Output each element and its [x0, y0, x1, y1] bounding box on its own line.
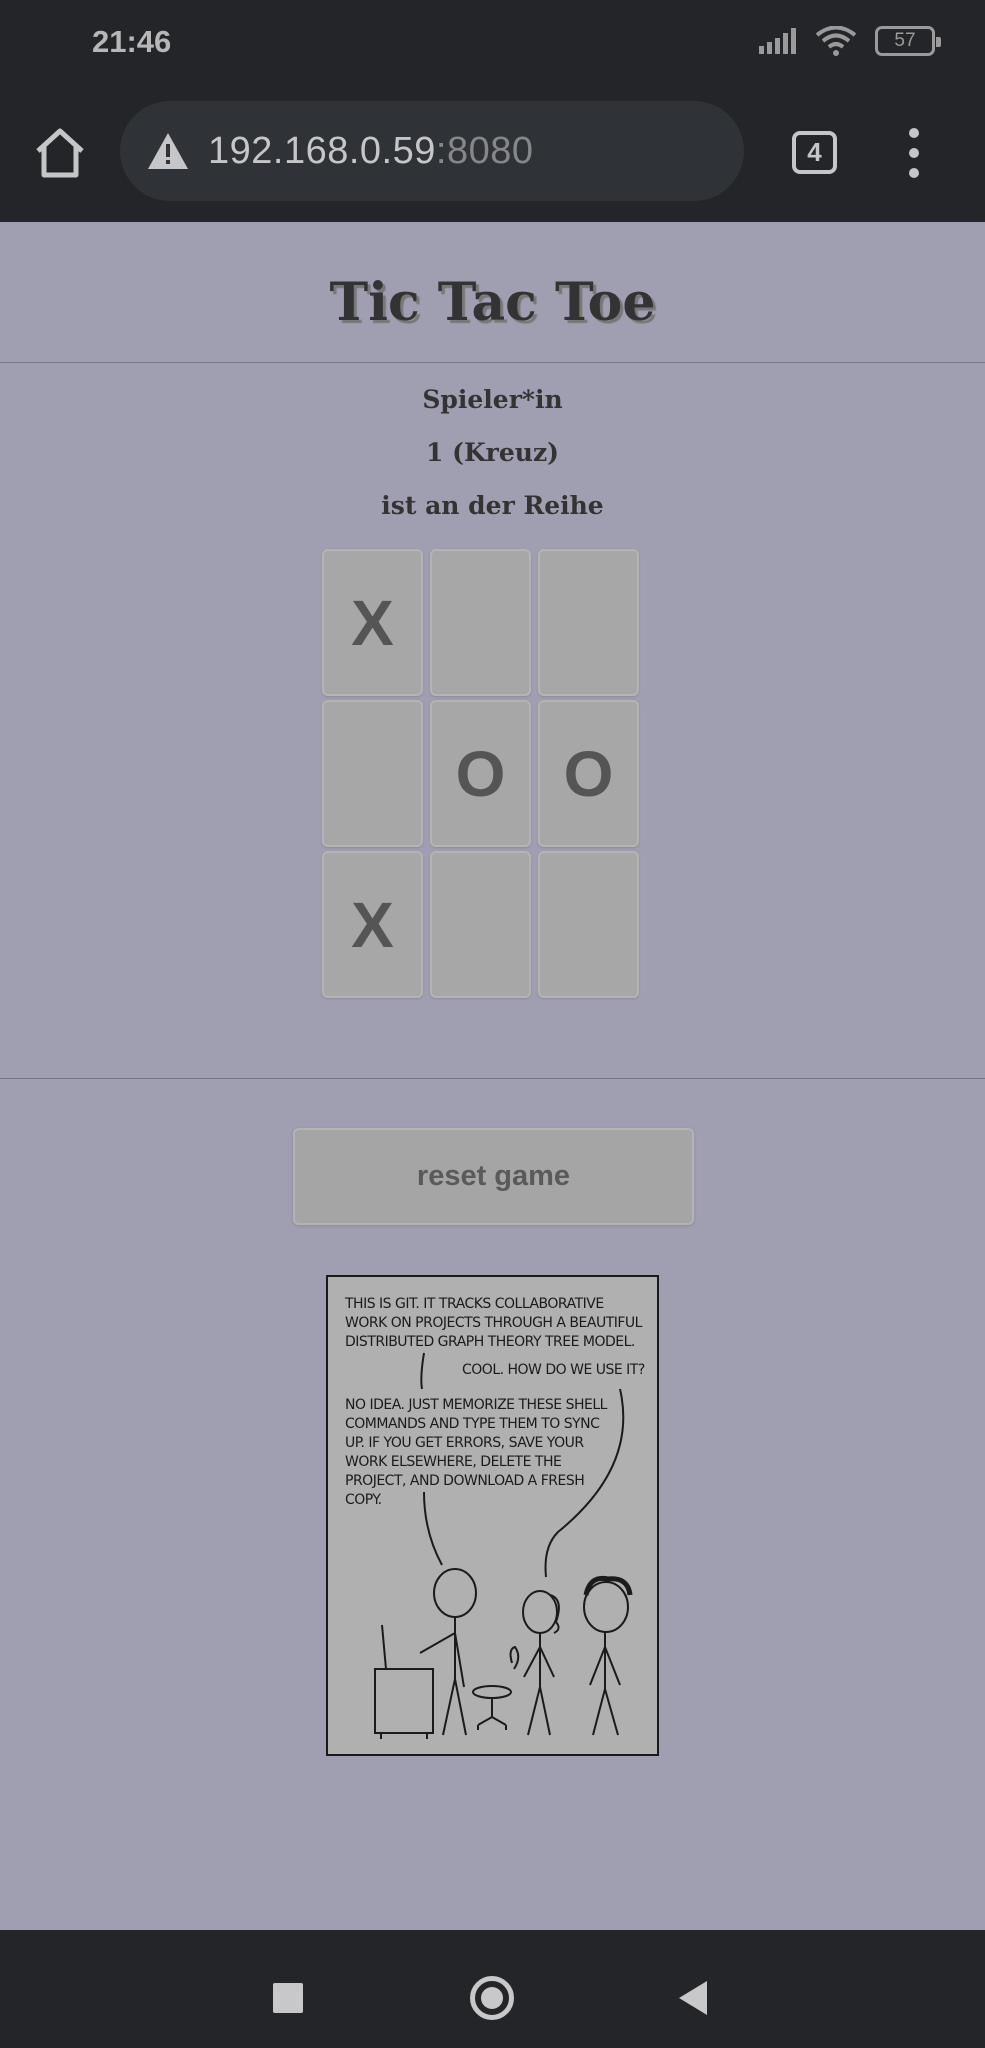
board-cell[interactable]: X — [322, 851, 423, 998]
signal-icon — [759, 28, 796, 54]
battery-icon: 57 — [875, 26, 941, 56]
divider — [0, 362, 985, 363]
system-navigation-bar — [0, 1930, 985, 2048]
url-host: 192.168.0.59 — [208, 129, 436, 172]
board-cell[interactable]: X — [322, 549, 423, 696]
status-icons: 57 — [759, 26, 941, 56]
back-icon[interactable] — [679, 1981, 707, 2015]
board-cell[interactable]: O — [538, 700, 639, 847]
comic-image: This is GIT. It tracks collaborative wor… — [326, 1275, 659, 1756]
home-icon[interactable] — [34, 127, 86, 179]
board-cell[interactable] — [322, 700, 423, 847]
warning-icon[interactable] — [146, 131, 190, 171]
status-time: 21:46 — [92, 24, 172, 59]
turn-text-line: Spieler*in — [422, 385, 563, 414]
page-title: Tic Tac Toe — [329, 272, 656, 333]
tab-switcher-button[interactable]: 4 — [792, 131, 837, 174]
more-options-icon[interactable] — [902, 128, 926, 178]
wifi-icon — [815, 26, 857, 56]
board-cell[interactable] — [538, 549, 639, 696]
board-cell[interactable] — [430, 851, 531, 998]
turn-text-line: ist an der Reihe — [381, 491, 604, 520]
url-port: :8080 — [435, 129, 534, 172]
board-cell[interactable]: O — [430, 700, 531, 847]
board-cell[interactable] — [538, 851, 639, 998]
divider — [0, 1078, 985, 1079]
recent-apps-icon[interactable] — [273, 1983, 303, 2013]
url-text[interactable]: 192.168.0.59:8080 — [208, 130, 533, 173]
turn-text-line: 1 (Kreuz) — [426, 438, 559, 467]
home-nav-icon[interactable] — [470, 1976, 514, 2020]
comic-drawing — [374, 1352, 633, 1739]
reset-game-button[interactable]: reset game — [293, 1128, 694, 1225]
browser-top-bar: 21:46 57 192.168.0.59:8080 4 — [0, 0, 985, 222]
address-bar[interactable]: 192.168.0.59:8080 — [120, 101, 744, 201]
board-cell[interactable] — [430, 549, 531, 696]
game-board: X O O X — [322, 549, 639, 998]
